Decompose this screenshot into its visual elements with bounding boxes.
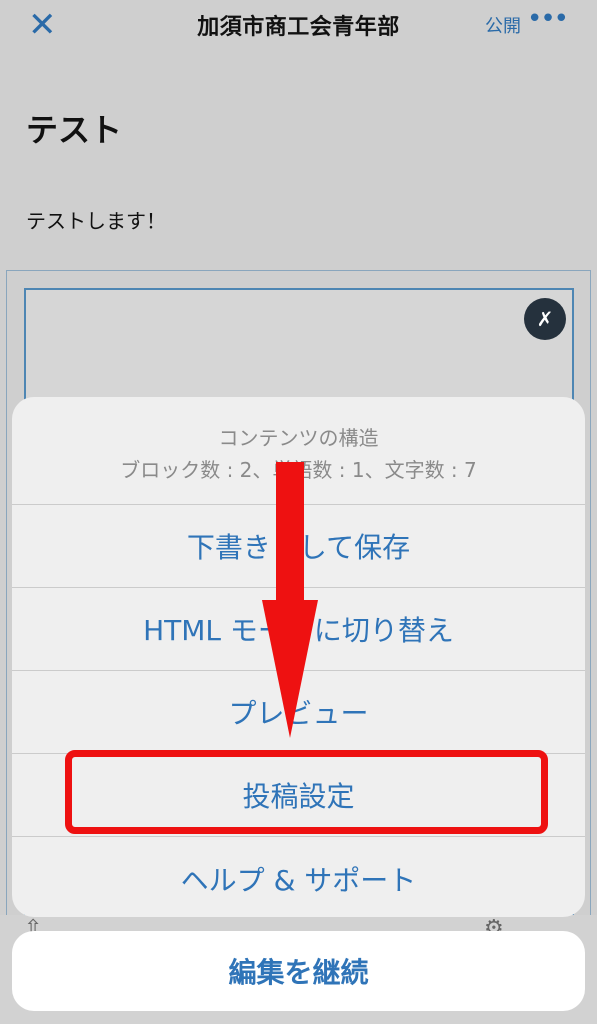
red-arrow-icon xyxy=(262,462,318,738)
